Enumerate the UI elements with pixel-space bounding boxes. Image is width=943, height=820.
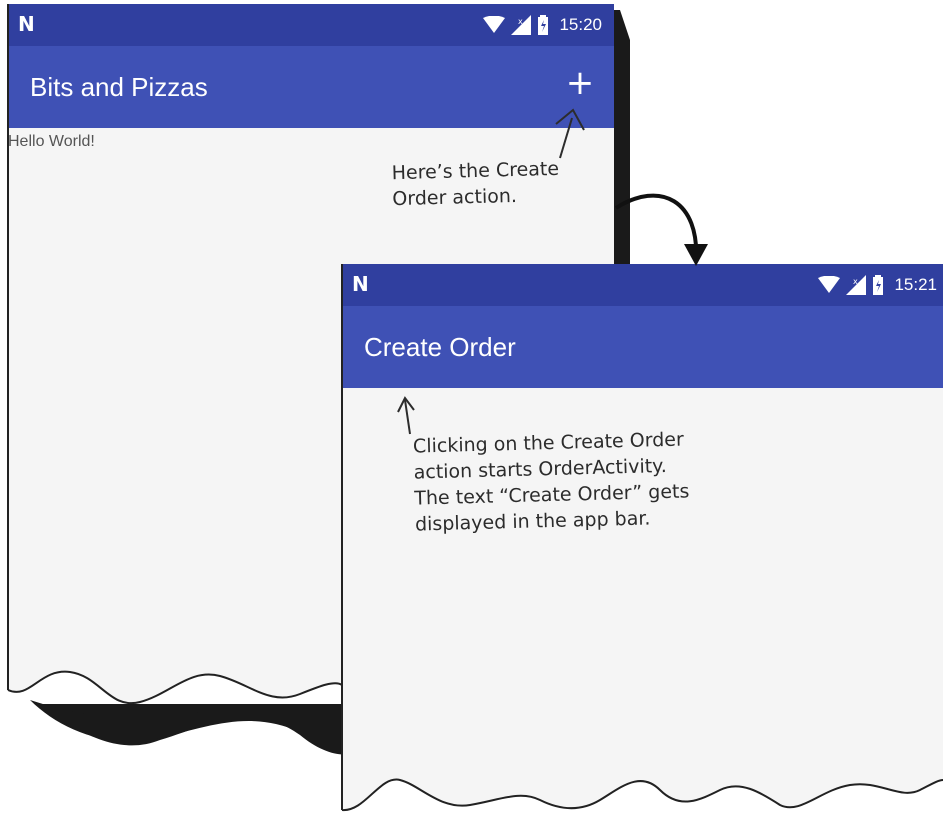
decoration-overlay — [7, 4, 943, 820]
annotation-create-order-action: Here’s the Create Order action. — [391, 156, 560, 212]
annotation-order-activity: Clicking on the Create Order action star… — [413, 426, 691, 537]
annotation-line: Order action. — [392, 184, 518, 211]
annotation-line: Here’s the Create — [391, 157, 560, 185]
